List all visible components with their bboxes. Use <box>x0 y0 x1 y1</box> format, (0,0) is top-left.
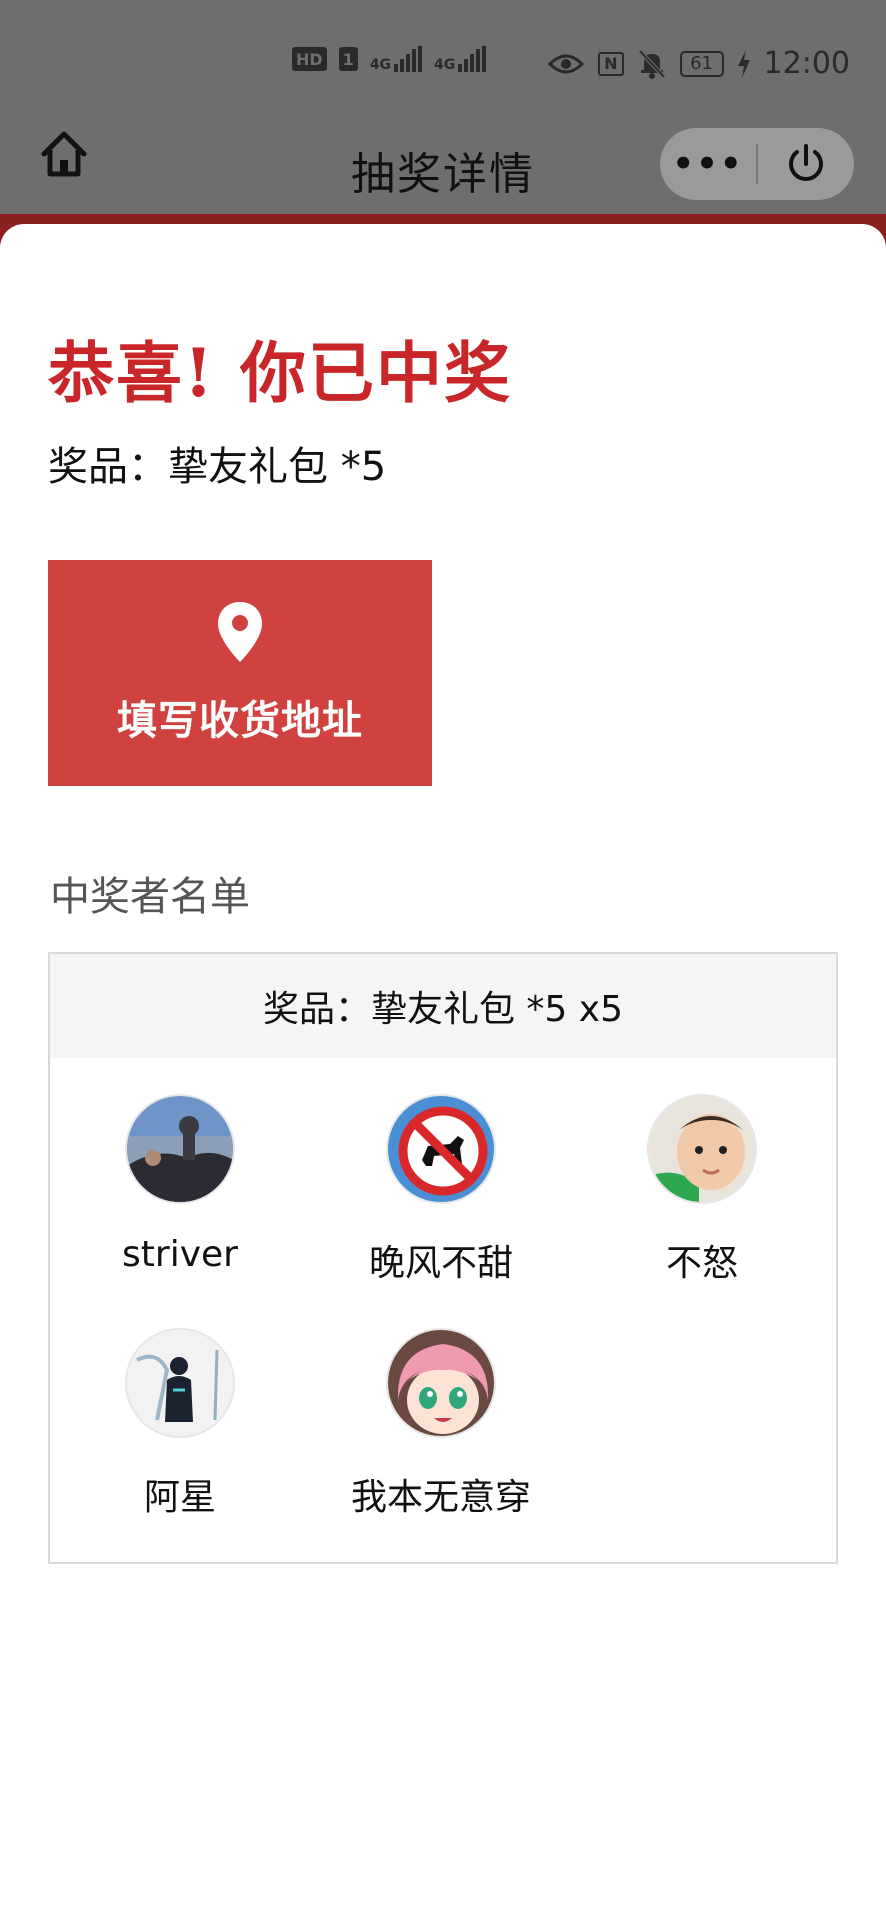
dark-figure-icon <box>127 1330 233 1436</box>
winner-item: 阿星 <box>50 1328 310 1520</box>
avatar[interactable] <box>647 1094 757 1204</box>
baby-photo-icon <box>649 1096 755 1202</box>
nav-bar: 抽奖详情 ••• <box>0 120 886 220</box>
battery-icon: 61 <box>679 50 724 77</box>
winner-item: striver <box>50 1094 310 1275</box>
no-dogs-sign-icon <box>388 1096 494 1202</box>
more-icon: ••• <box>672 144 744 184</box>
fill-address-label: 填写收货地址 <box>117 698 363 744</box>
winner-item: 不怒 <box>572 1094 832 1286</box>
winner-name: 阿星 <box>143 1477 216 1518</box>
winners-grid: striver 晚风不甜 不怒 阿星 我本无意穿 <box>50 1058 836 1564</box>
clock: 12:00 <box>763 46 850 81</box>
winners-box: 奖品：挚友礼包 *5 x5 striver 晚风不甜 不怒 阿星 我本无意穿 <box>48 952 838 1564</box>
close-miniprogram-button[interactable] <box>758 128 854 200</box>
winner-name: 我本无意穿 <box>350 1477 531 1518</box>
winner-name: 晚风不甜 <box>368 1243 513 1284</box>
power-icon <box>789 144 823 181</box>
avatar[interactable] <box>125 1328 235 1438</box>
winners-heading: 中奖者名单 <box>50 874 250 920</box>
signal-bars-icon <box>394 46 423 72</box>
signal-bars-icon <box>458 46 487 72</box>
winner-item: 我本无意穿 <box>311 1328 571 1520</box>
sim1-icon: 1 <box>338 47 358 71</box>
status-right: N 61 12:00 <box>548 46 850 81</box>
signal-group-2: 4G <box>434 46 487 73</box>
mute-bell-icon <box>638 49 666 79</box>
avatar[interactable] <box>386 1328 496 1438</box>
result-sheet: 恭喜! 你已中奖 奖品：挚友礼包 *5 填写收货地址 中奖者名单 奖品：挚友礼包… <box>0 224 886 1920</box>
charging-bolt-icon <box>737 49 750 78</box>
winner-name: 不怒 <box>665 1243 738 1284</box>
eye-icon <box>548 54 585 73</box>
network-type-2: 4G <box>434 57 456 73</box>
nfc-icon: N <box>598 51 624 76</box>
hd-icon: HD <box>292 47 327 71</box>
winners-prize-header: 奖品：挚友礼包 *5 x5 <box>50 954 836 1058</box>
status-left: HD 1 4G 4G <box>292 46 487 73</box>
photo-avatar-icon <box>127 1096 233 1202</box>
location-pin-icon <box>218 602 262 662</box>
status-bar: HD 1 4G 4G N 61 12:00 <box>0 0 886 120</box>
avatar[interactable] <box>125 1094 235 1204</box>
congrats-title: 恭喜! 你已中奖 <box>48 334 512 412</box>
winner-item: 晚风不甜 <box>311 1094 571 1286</box>
fill-address-button[interactable]: 填写收货地址 <box>48 560 432 786</box>
prize-text: 奖品：挚友礼包 *5 <box>48 444 387 490</box>
signal-group-1: 4G <box>369 46 423 73</box>
network-type-1: 4G <box>369 57 392 73</box>
mini-program-capsule: ••• <box>660 128 854 200</box>
avatar[interactable] <box>386 1094 496 1204</box>
anime-girl-icon <box>388 1330 494 1436</box>
more-button[interactable]: ••• <box>660 128 756 200</box>
winner-name: striver <box>122 1234 238 1275</box>
